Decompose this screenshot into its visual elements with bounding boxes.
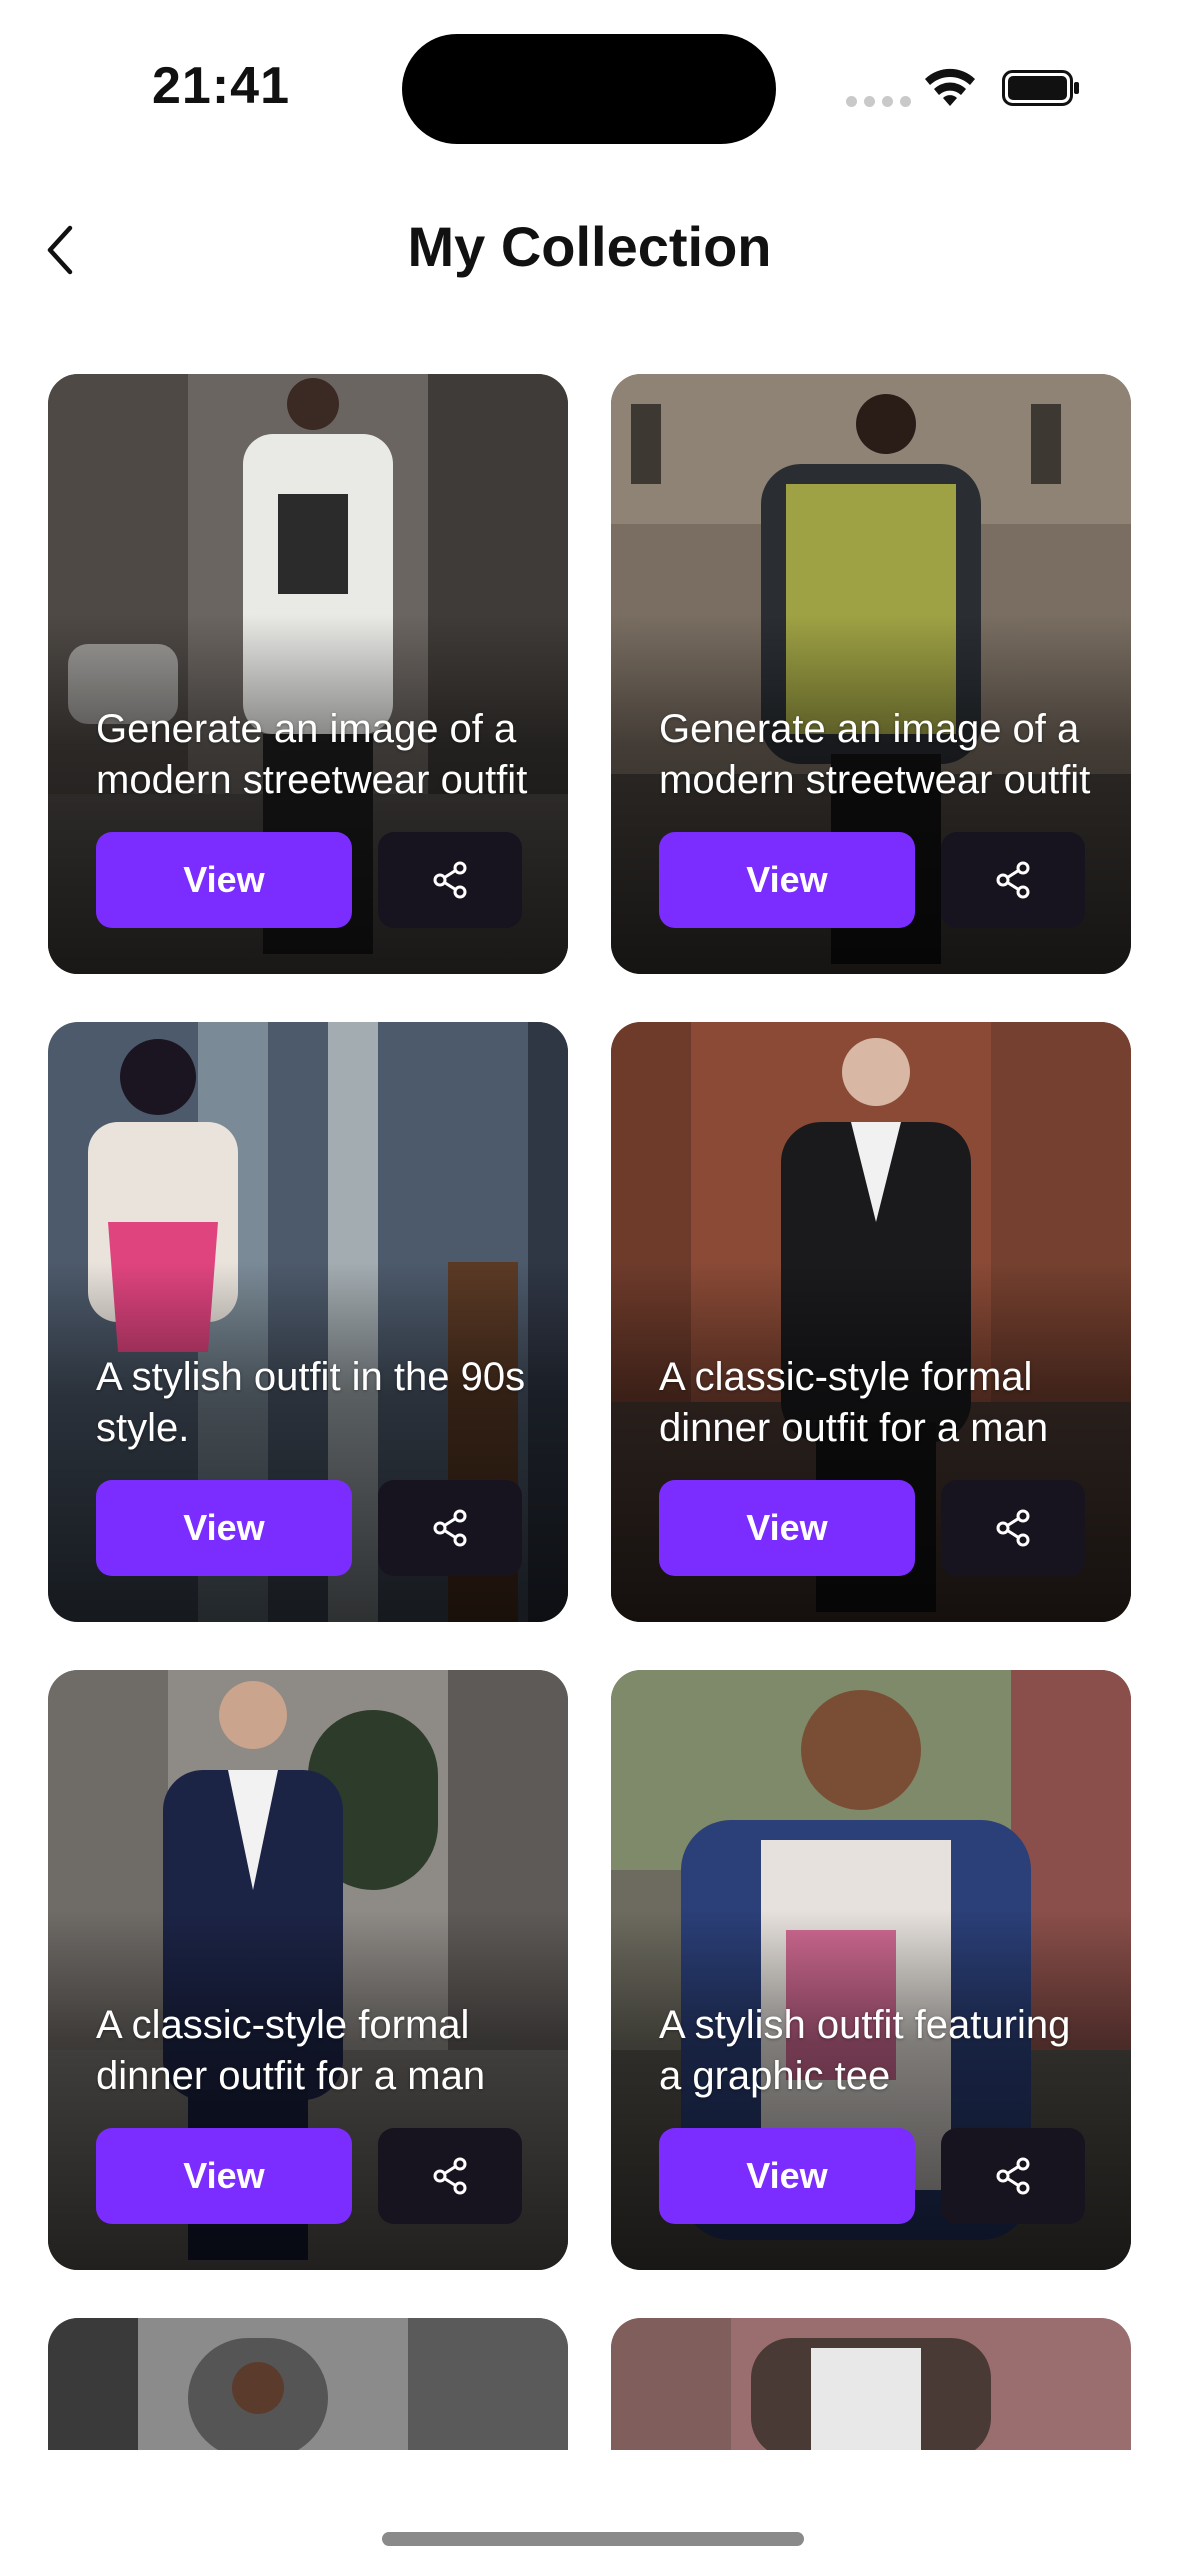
battery-icon xyxy=(1002,70,1079,106)
share-icon xyxy=(996,1509,1030,1547)
share-icon xyxy=(996,861,1030,899)
card-caption: A stylish outfit in the 90s style. xyxy=(96,1355,526,1450)
share-icon xyxy=(996,2157,1030,2195)
share-icon xyxy=(433,1509,467,1547)
view-button[interactable]: View xyxy=(96,2128,352,2224)
collection-card[interactable]: A stylish outfit in the 90s style. View xyxy=(48,1022,568,1622)
share-button[interactable] xyxy=(941,832,1085,928)
cellular-signal-icon xyxy=(846,96,911,107)
view-button[interactable]: View xyxy=(659,832,915,928)
outfit-image xyxy=(48,2318,568,2450)
share-button[interactable] xyxy=(378,2128,522,2224)
page-title: My Collection xyxy=(407,215,772,278)
share-button[interactable] xyxy=(941,1480,1085,1576)
dynamic-island xyxy=(402,34,776,144)
wifi-icon xyxy=(925,68,975,106)
share-icon xyxy=(433,861,467,899)
collection-card[interactable]: Generate an image of a modern streetwear… xyxy=(48,374,568,974)
view-button[interactable]: View xyxy=(96,832,352,928)
collection-card[interactable]: A stylish outfit featuring a graphic tee… xyxy=(611,1670,1131,2270)
outfit-image xyxy=(611,2318,1131,2450)
card-caption: Generate an image of a modern streetwear… xyxy=(96,707,528,802)
home-indicator[interactable] xyxy=(382,2532,804,2546)
status-bar: 21:41 xyxy=(0,0,1179,160)
share-button[interactable] xyxy=(378,832,522,928)
status-time: 21:41 xyxy=(152,57,290,115)
view-button[interactable]: View xyxy=(659,1480,915,1576)
collection-card[interactable]: A classic-style formal dinner outfit for… xyxy=(48,1670,568,2270)
collection-card[interactable] xyxy=(48,2318,568,2450)
view-button[interactable]: View xyxy=(659,2128,915,2224)
view-button[interactable]: View xyxy=(96,1480,352,1576)
share-button[interactable] xyxy=(941,2128,1085,2224)
share-icon xyxy=(433,2157,467,2195)
collection-card[interactable] xyxy=(611,2318,1131,2450)
collection-card[interactable]: Generate an image of a modern streetwear… xyxy=(611,374,1131,974)
card-caption: A classic-style formal dinner outfit for… xyxy=(96,2003,486,2098)
screen: 21:41 My Collection Generate an image of… xyxy=(0,0,1179,2556)
share-button[interactable] xyxy=(378,1480,522,1576)
collection-grid[interactable]: Generate an image of a modern streetwear… xyxy=(48,374,1131,2450)
card-caption: Generate an image of a modern streetwear… xyxy=(659,707,1091,802)
card-caption: A classic-style formal dinner outfit for… xyxy=(659,1355,1049,1450)
card-caption: A stylish outfit featuring a graphic tee xyxy=(659,2003,1071,2098)
collection-card[interactable]: A classic-style formal dinner outfit for… xyxy=(611,1022,1131,1622)
nav-header: My Collection xyxy=(0,190,1179,310)
